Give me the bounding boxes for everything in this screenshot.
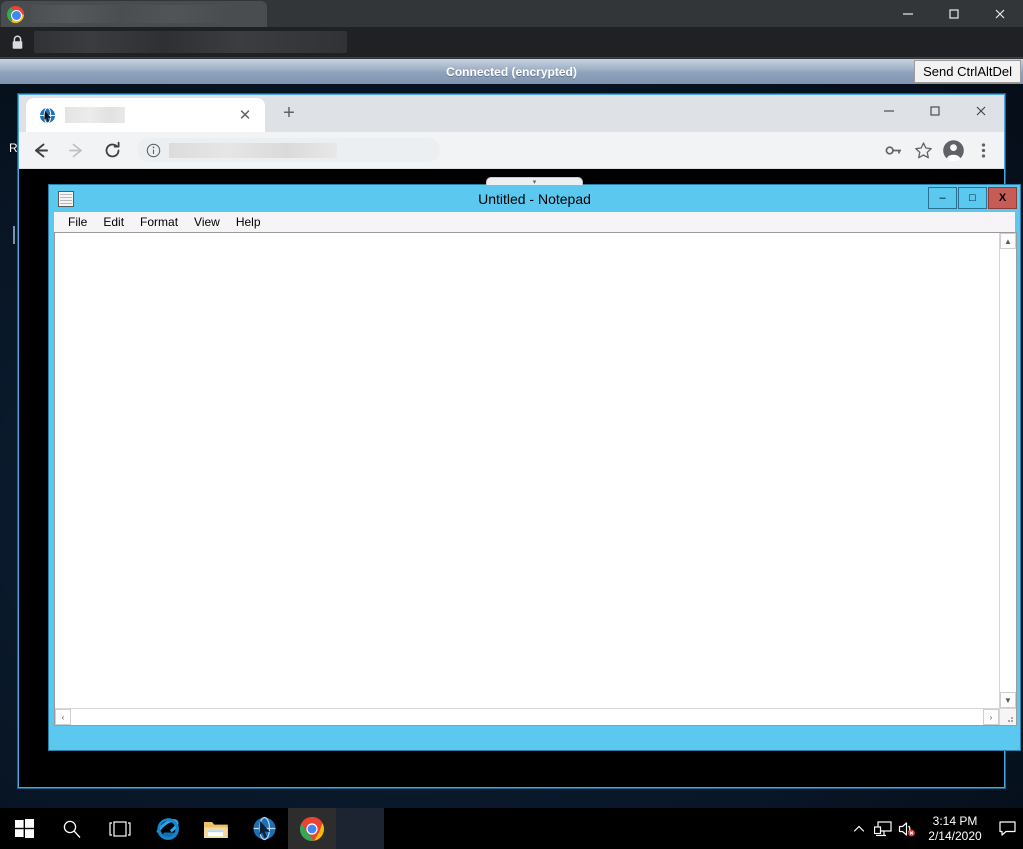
browser-globe-button[interactable] [240,808,288,849]
three-dot-menu-icon[interactable] [970,137,996,163]
notepad-menu-bar: File Edit Format View Help [54,212,1015,232]
menu-format[interactable]: Format [132,215,186,229]
outer-url-bar-redacted[interactable] [34,31,347,53]
notepad-window-controls: – □ X [928,187,1017,209]
close-icon[interactable]: ✕ [237,107,253,123]
task-view-icon [109,820,131,837]
back-button[interactable] [25,135,55,165]
profile-avatar-icon[interactable] [940,137,966,163]
notepad-title-bar[interactable]: Untitled - Notepad – □ X [49,185,1020,212]
globe-browser-icon [253,816,275,841]
scroll-right-icon[interactable]: › [983,709,999,725]
inner-close-button[interactable] [958,95,1004,127]
inner-browser-window: ✕ + ▾ Untitled - Notepad – □ X File Edit… [18,94,1021,788]
internet-explorer-button[interactable] [144,808,192,849]
task-view-button[interactable] [96,808,144,849]
file-explorer-icon [204,821,228,838]
clock-date: 2/14/2020 [928,828,982,843]
chevron-up-icon[interactable] [847,808,871,849]
scroll-up-icon[interactable]: ▲ [1000,233,1016,249]
windows-logo-icon [14,819,34,838]
outer-minimize-button[interactable] [885,0,931,27]
info-circle-icon[interactable] [146,143,161,158]
notepad-vertical-scrollbar[interactable]: ▲ ▼ [999,233,1016,708]
notepad-horizontal-scrollbar[interactable]: ‹ › [55,708,999,725]
inner-maximize-button[interactable] [912,95,958,127]
search-icon [63,820,81,838]
send-ctrl-alt-del-button[interactable]: Send CtrlAltDel [914,60,1021,83]
notepad-window: ▾ Untitled - Notepad – □ X File Edit For… [48,177,1021,751]
scroll-down-icon[interactable]: ▼ [1000,692,1016,708]
network-icon[interactable] [871,808,895,849]
file-explorer-button[interactable] [192,808,240,849]
menu-view[interactable]: View [186,215,228,229]
forward-button[interactable] [61,135,91,165]
chrome-icon [300,816,324,841]
outer-tab-strip [0,0,1023,27]
scroll-left-icon[interactable]: ‹ [55,709,71,725]
outer-browser-toolbar [0,27,1023,58]
notification-icon[interactable] [991,808,1023,849]
lock-icon [8,35,26,50]
remote-desktop-canvas[interactable]: R ✕ + ▾ Untitled - Notepad – □ X File Ed… [0,84,1023,849]
desktop-icon-partial [13,226,15,244]
notepad-maximize-button[interactable]: □ [958,187,987,209]
notepad-close-button[interactable]: X [988,187,1017,209]
inner-window-controls [866,95,1004,127]
system-tray: 3:14 PM 2/14/2020 [847,808,1023,849]
new-tab-button[interactable]: + [277,101,301,125]
vnc-status-text: Connected (encrypted) [446,64,577,79]
inner-tab-strip: ✕ + [19,95,1004,132]
key-icon[interactable] [880,137,906,163]
notepad-minimize-button[interactable]: – [928,187,957,209]
outer-maximize-button[interactable] [931,0,977,27]
windows-taskbar: 3:14 PM 2/14/2020 [0,808,1023,849]
star-icon[interactable] [910,137,936,163]
inner-url-value-redacted [169,142,337,158]
inner-browser-toolbar [19,132,1004,169]
inner-minimize-button[interactable] [866,95,912,127]
notepad-body: ▲ ▼ ‹ › [54,232,1017,726]
chrome-button[interactable] [288,808,336,849]
chrome-icon [7,5,24,23]
ie-globe-icon [39,107,56,124]
redacted-app-button[interactable] [336,808,384,849]
menu-edit[interactable]: Edit [95,215,132,229]
inner-tab-title-redacted [65,107,125,123]
inner-browser-tab[interactable]: ✕ [26,98,265,132]
inner-url-bar[interactable] [137,138,440,162]
recycle-bin-label: R [9,141,18,155]
vnc-connection-bar: Connected (encrypted) Send CtrlAltDel [0,59,1023,84]
outer-browser-tab[interactable] [1,1,267,27]
taskbar-items [0,808,384,849]
outer-window-controls [885,0,1023,27]
volume-muted-icon[interactable] [895,808,919,849]
reload-button[interactable] [97,135,127,165]
menu-help[interactable]: Help [228,215,269,229]
notepad-title: Untitled - Notepad [478,190,591,207]
inner-toolbar-actions [880,137,996,163]
outer-browser-window: Connected (encrypted) Send CtrlAltDel R [0,0,1023,849]
menu-file[interactable]: File [60,215,95,229]
outer-tab-title-redacted [31,5,233,23]
outer-close-button[interactable] [977,0,1023,27]
internet-explorer-icon [156,817,179,840]
notepad-text-area[interactable] [55,233,999,708]
taskbar-clock[interactable]: 3:14 PM 2/14/2020 [919,808,991,849]
start-button[interactable] [0,808,48,849]
search-button[interactable] [48,808,96,849]
resize-grip-icon[interactable] [999,708,1016,725]
clock-time: 3:14 PM [932,813,978,828]
